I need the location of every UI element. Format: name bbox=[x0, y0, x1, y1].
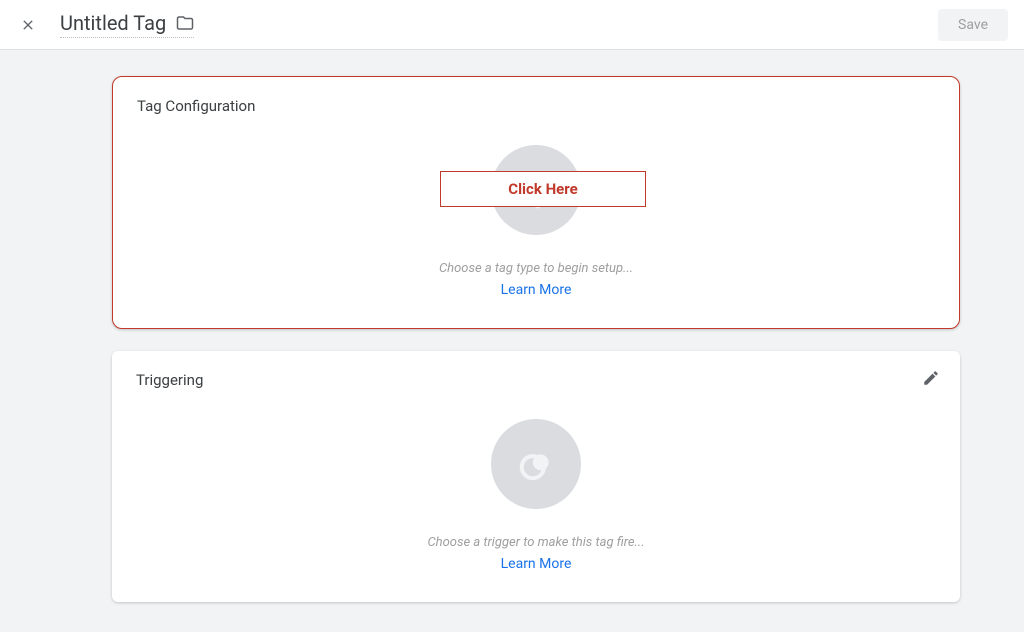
edit-icon[interactable] bbox=[922, 369, 940, 391]
close-icon[interactable] bbox=[16, 13, 40, 37]
tag-config-title: Tag Configuration bbox=[137, 97, 935, 115]
tag-configuration-card[interactable]: Tag Configuration Click Here Choose a ta… bbox=[112, 76, 960, 329]
folder-icon bbox=[176, 14, 194, 32]
triggering-placeholder: Choose a trigger to make this tag fire..… bbox=[136, 419, 936, 572]
triggering-learn-more-link[interactable]: Learn More bbox=[501, 556, 572, 572]
trigger-icon bbox=[491, 419, 581, 509]
tag-config-helper: Choose a tag type to begin setup... bbox=[439, 261, 633, 276]
tag-config-placeholder: Choose a tag type to begin setup... Lear… bbox=[137, 145, 935, 298]
triggering-helper: Choose a trigger to make this tag fire..… bbox=[427, 535, 644, 550]
content-area: Tag Configuration Click Here Choose a ta… bbox=[0, 50, 1024, 632]
save-button[interactable]: Save bbox=[938, 9, 1008, 41]
triggering-title: Triggering bbox=[136, 371, 936, 389]
title-container[interactable]: Untitled Tag bbox=[60, 11, 194, 38]
click-here-callout: Click Here bbox=[440, 171, 646, 207]
header-bar: Untitled Tag Save bbox=[0, 0, 1024, 50]
tag-config-learn-more-link[interactable]: Learn More bbox=[501, 282, 572, 298]
page-title: Untitled Tag bbox=[60, 11, 166, 35]
triggering-card[interactable]: Triggering Choose a trigger to make this… bbox=[112, 351, 960, 602]
